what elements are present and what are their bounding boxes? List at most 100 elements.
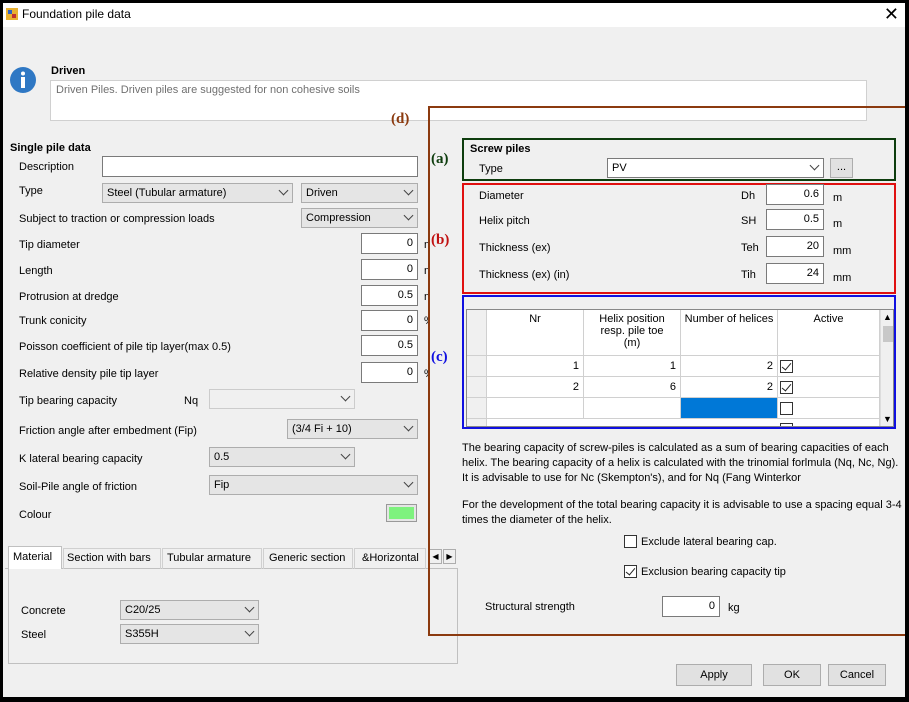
structural-strength-input[interactable]: 0: [662, 596, 720, 617]
grid-active-checkbox[interactable]: [780, 402, 793, 415]
thickness-label: Thickness (ex): [479, 242, 551, 254]
k-lateral-select[interactable]: 0.5: [209, 447, 355, 467]
grid-cell-nr[interactable]: [487, 398, 584, 419]
grid-corner: [467, 310, 487, 356]
grid-row-header[interactable]: [467, 398, 487, 419]
chevron-down-icon: [244, 602, 255, 613]
grid-cell-number[interactable]: 2: [681, 377, 778, 398]
traction-value: Compression: [306, 212, 371, 224]
chevron-down-icon: [809, 160, 820, 171]
poisson-input[interactable]: 0.5: [361, 335, 418, 356]
diameter-label: Diameter: [479, 190, 524, 202]
exclusion-tip-checkbox[interactable]: [624, 565, 637, 578]
type-driven-select[interactable]: Driven: [301, 183, 418, 203]
apply-button[interactable]: Apply: [676, 664, 752, 686]
chevron-down-icon: [278, 185, 289, 196]
protrusion-input[interactable]: 0.5: [361, 285, 418, 306]
thickness-in-input[interactable]: 24: [766, 263, 824, 284]
soil-pile-select[interactable]: Fip: [209, 475, 418, 495]
k-lateral-label: K lateral bearing capacity: [19, 453, 143, 465]
scroll-down-icon[interactable]: ▼: [883, 414, 892, 424]
tab-material[interactable]: Material: [8, 546, 62, 569]
tab-generic-section[interactable]: Generic section: [263, 548, 353, 569]
grid-cell-number-selected[interactable]: [681, 398, 778, 419]
description-input[interactable]: [102, 156, 418, 177]
trunk-conicity-input[interactable]: 0: [361, 310, 418, 331]
helix-pitch-input[interactable]: 0.5: [766, 209, 824, 230]
traction-label: Subject to traction or compression loads: [19, 213, 215, 225]
length-label: Length: [19, 265, 53, 277]
chevron-down-icon: [340, 391, 351, 402]
grid-cell-position[interactable]: [584, 398, 681, 419]
relative-density-input[interactable]: 0: [361, 362, 418, 383]
grid-cell-nr[interactable]: 1: [487, 356, 584, 377]
grid-cell-number[interactable]: 2: [681, 356, 778, 377]
section-title-single-pile: Single pile data: [10, 142, 91, 154]
grid-cell-active: [778, 398, 880, 419]
steel-select[interactable]: S355H: [120, 624, 259, 644]
grid-cell-active: [778, 419, 880, 426]
grid-cell-active: [778, 356, 880, 377]
app-icon: [6, 8, 18, 20]
cancel-button[interactable]: Cancel: [828, 664, 886, 686]
scroll-thumb[interactable]: [883, 326, 893, 342]
grid-header-number-helices[interactable]: Number of helices: [681, 310, 778, 356]
steel-label: Steel: [21, 629, 47, 641]
annotation-label-a: (a): [431, 151, 449, 167]
tab-strip: Material Section with bars Tubular armat…: [5, 546, 458, 569]
grid-active-checkbox[interactable]: [780, 360, 793, 373]
tab-section-with-bars[interactable]: Section with bars: [63, 548, 161, 569]
length-input[interactable]: 0: [361, 259, 418, 280]
grid-scrollbar[interactable]: ▲ ▼: [880, 310, 893, 426]
grid-row-header[interactable]: [467, 419, 487, 426]
exclude-lateral-checkbox[interactable]: [624, 535, 637, 548]
grid-active-checkbox[interactable]: [780, 423, 793, 426]
screw-type-select[interactable]: PV: [607, 158, 824, 178]
thickness-input[interactable]: 20: [766, 236, 824, 257]
scroll-up-icon[interactable]: ▲: [883, 312, 892, 322]
type-material-value: Steel (Tubular armature): [107, 187, 227, 199]
grid-header-nr[interactable]: Nr: [487, 310, 584, 356]
description-label: Description: [19, 161, 75, 173]
grid-active-checkbox[interactable]: [780, 381, 793, 394]
note-paragraph-1: The bearing capacity of screw-piles is c…: [462, 442, 899, 484]
tip-diameter-input[interactable]: 0: [361, 233, 418, 254]
diameter-symbol: Dh: [741, 190, 756, 202]
screw-type-browse-button[interactable]: ...: [830, 158, 853, 178]
soil-pile-label: Soil-Pile angle of friction: [19, 481, 138, 493]
tip-diameter-label: Tip diameter: [19, 239, 80, 251]
tip-bearing-select[interactable]: [209, 389, 355, 409]
colour-picker[interactable]: [386, 504, 417, 522]
traction-select[interactable]: Compression: [301, 208, 418, 228]
grid-cell-nr[interactable]: 2: [487, 377, 584, 398]
diameter-input[interactable]: 0.6: [766, 184, 824, 205]
k-lateral-value: 0.5: [214, 451, 230, 463]
grid-row-header[interactable]: [467, 356, 487, 377]
chevron-down-icon: [244, 626, 255, 637]
thickness-in-unit: mm: [833, 272, 852, 284]
screw-type-label: Type: [479, 163, 503, 175]
grid-cell-position[interactable]: 1: [584, 356, 681, 377]
helix-pitch-unit: m: [833, 218, 843, 230]
type-driven-value: Driven: [306, 187, 338, 199]
tab-horizontal[interactable]: &Horizontal: [354, 548, 426, 569]
grid-row-header[interactable]: [467, 377, 487, 398]
annotation-label-b: (b): [431, 232, 450, 248]
concrete-label: Concrete: [21, 605, 66, 617]
concrete-value: C20/25: [125, 604, 161, 616]
exclusion-tip-label: Exclusion bearing capacity tip: [641, 566, 786, 578]
ok-button[interactable]: OK: [763, 664, 821, 686]
exclude-lateral-label: Exclude lateral bearing cap.: [641, 536, 777, 548]
helix-pitch-label: Helix pitch: [479, 215, 530, 227]
annotation-label-d: (d): [391, 111, 410, 127]
tab-tubular-armature[interactable]: Tubular armature: [162, 548, 262, 569]
friction-angle-select[interactable]: (3/4 Fi + 10): [287, 419, 418, 439]
grid-header-active[interactable]: Active: [778, 310, 880, 356]
grid-cell-position[interactable]: 6: [584, 377, 681, 398]
concrete-select[interactable]: C20/25: [120, 600, 259, 620]
colour-swatch: [389, 507, 414, 519]
grid-header-helix-position[interactable]: Helix position resp. pile toe (m): [584, 310, 681, 356]
type-material-select[interactable]: Steel (Tubular armature): [102, 183, 293, 203]
close-icon[interactable]: ✕: [884, 4, 899, 24]
friction-angle-value: (3/4 Fi + 10): [292, 423, 352, 435]
